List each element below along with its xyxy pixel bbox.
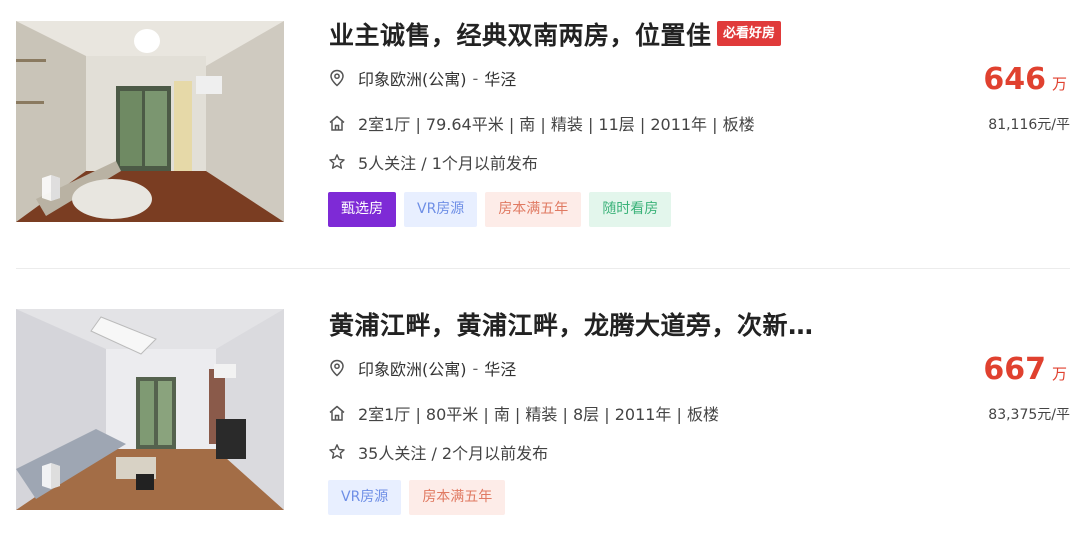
community-link[interactable]: 印象欧洲(公寓) bbox=[358, 356, 467, 380]
unit-price: 81,116元/平 bbox=[988, 117, 1070, 133]
tag-five-years[interactable]: 房本满五年 bbox=[485, 192, 582, 227]
total-price: 667 万 bbox=[983, 352, 1067, 387]
house-icon bbox=[329, 405, 345, 421]
tag-list: VR房源 房本满五年 bbox=[328, 480, 506, 515]
price-value: 667 bbox=[983, 352, 1046, 387]
vr-icon bbox=[42, 463, 60, 489]
tag-list: 甄选房 VR房源 房本满五年 随时看房 bbox=[328, 192, 672, 227]
tag-select[interactable]: 甄选房 bbox=[328, 192, 396, 227]
house-info-row: 2室1厅 | 79.64平米 | 南 | 精装 | 11层 | 2011年 | … bbox=[328, 111, 755, 135]
listing-title[interactable]: 业主诚售，经典双南两房，位置佳 bbox=[329, 16, 712, 52]
location-pin-icon bbox=[330, 359, 344, 377]
follow-row: 35人关注 / 2个月以前发布 bbox=[328, 440, 548, 464]
total-price: 646 万 bbox=[983, 62, 1067, 97]
house-info-text: 2室1厅 | 80平米 | 南 | 精装 | 8层 | 2011年 | 板楼 bbox=[358, 405, 719, 424]
community-link[interactable]: 印象欧洲(公寓) bbox=[358, 66, 467, 90]
price-unit: 万 bbox=[1051, 75, 1067, 93]
house-info-row: 2室1厅 | 80平米 | 南 | 精装 | 8层 | 2011年 | 板楼 bbox=[328, 401, 719, 425]
follow-row: 5人关注 / 1个月以前发布 bbox=[328, 150, 538, 174]
unit-price: 83,375元/平 bbox=[988, 407, 1070, 423]
tag-five-years[interactable]: 房本满五年 bbox=[409, 480, 506, 515]
price-unit: 万 bbox=[1051, 365, 1067, 383]
tag-visit-anytime[interactable]: 随时看房 bbox=[589, 192, 672, 227]
listing-photo[interactable] bbox=[16, 21, 284, 222]
district-link[interactable]: 华泾 bbox=[484, 356, 516, 380]
location-row: 印象欧洲(公寓) - 华泾 bbox=[328, 66, 516, 90]
star-icon bbox=[329, 154, 345, 169]
vr-icon bbox=[42, 175, 60, 201]
tag-vr[interactable]: VR房源 bbox=[328, 480, 402, 515]
district-link[interactable]: 华泾 bbox=[484, 66, 516, 90]
listing-title[interactable]: 黄浦江畔，黄浦江畔，龙腾大道旁，次新… bbox=[329, 306, 814, 342]
follow-text: 5人关注 / 1个月以前发布 bbox=[358, 154, 538, 173]
location-separator: - bbox=[472, 68, 479, 88]
listing-card: 业主诚售，经典双南两房，位置佳 必看好房 印象欧洲(公寓) - 华泾 2室1厅 … bbox=[0, 0, 1080, 269]
divider bbox=[16, 268, 1070, 269]
house-icon bbox=[329, 115, 345, 131]
location-pin-icon bbox=[330, 69, 344, 87]
location-separator: - bbox=[472, 358, 479, 378]
price-value: 646 bbox=[983, 62, 1046, 97]
tag-vr[interactable]: VR房源 bbox=[404, 192, 478, 227]
location-row: 印象欧洲(公寓) - 华泾 bbox=[328, 356, 516, 380]
follow-text: 35人关注 / 2个月以前发布 bbox=[358, 444, 549, 463]
listing-photo[interactable] bbox=[16, 309, 284, 510]
house-info-text: 2室1厅 | 79.64平米 | 南 | 精装 | 11层 | 2011年 | … bbox=[358, 115, 755, 134]
star-icon bbox=[329, 444, 345, 459]
must-see-badge: 必看好房 bbox=[717, 21, 782, 46]
listing-card: 黄浦江畔，黄浦江畔，龙腾大道旁，次新… 印象欧洲(公寓) - 华泾 2室1厅 |… bbox=[0, 290, 1080, 549]
